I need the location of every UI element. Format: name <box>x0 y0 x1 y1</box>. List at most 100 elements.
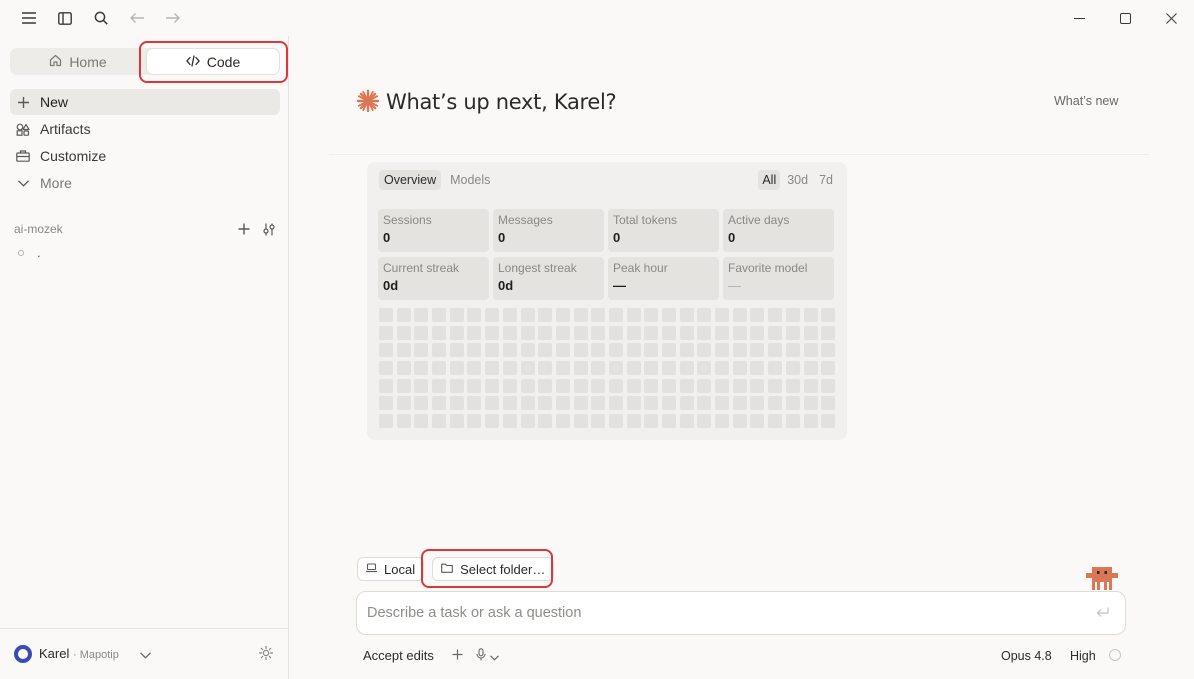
heatmap-cell <box>785 343 800 358</box>
heatmap-cell <box>821 361 836 376</box>
heatmap-cell <box>432 396 447 411</box>
stat-card-messages: Messages 0 <box>493 209 604 252</box>
range-30d[interactable]: 30d <box>783 170 812 190</box>
sidebar-item-artifacts[interactable]: Artifacts <box>10 116 280 142</box>
title-bar <box>0 0 1194 36</box>
stat-label: Active days <box>728 213 790 227</box>
whats-new-link[interactable]: What’s new <box>1054 94 1118 108</box>
sidebar-item-label: Artifacts <box>40 121 91 137</box>
main-area: What’s up next, Karel? What’s new Overvi… <box>289 36 1194 679</box>
heatmap-cell <box>697 414 712 429</box>
sidebar-item-more[interactable]: More <box>10 170 280 196</box>
heatmap-cell <box>768 396 783 411</box>
heatmap-cell <box>591 325 606 340</box>
heatmap-cell <box>608 361 623 376</box>
heatmap-cell <box>432 308 447 322</box>
heatmap-cell <box>750 361 765 376</box>
heatmap-cell <box>449 396 464 411</box>
close-icon[interactable] <box>1148 0 1194 36</box>
heatmap-cell <box>538 343 553 358</box>
home-mode-button[interactable]: Home <box>10 48 146 75</box>
accept-edits-toggle[interactable]: Accept edits <box>363 648 434 663</box>
local-button[interactable]: Local <box>357 557 425 581</box>
heatmap-cell <box>379 378 393 393</box>
context-usage-icon <box>1109 649 1121 661</box>
activity-heatmap <box>379 308 836 429</box>
add-session-icon[interactable] <box>238 223 250 236</box>
heatmap-cell <box>432 414 447 429</box>
heatmap-cell <box>538 378 553 393</box>
heatmap-cell <box>538 361 553 376</box>
sidebar-toggle-icon[interactable] <box>50 6 80 30</box>
sidebar-item-customize[interactable]: Customize <box>10 143 280 169</box>
heatmap-cell <box>785 308 800 322</box>
heatmap-cell <box>538 414 553 429</box>
enter-send-icon[interactable] <box>1096 606 1109 621</box>
maximize-icon[interactable] <box>1102 0 1148 36</box>
prompt-input[interactable] <box>367 603 1067 623</box>
heatmap-cell <box>750 325 765 340</box>
menu-icon[interactable] <box>14 6 44 30</box>
heatmap-cell <box>502 325 517 340</box>
briefcase-icon <box>16 150 30 162</box>
sparkle-settings-icon[interactable] <box>258 645 274 664</box>
session-item[interactable]: . <box>18 245 41 260</box>
heatmap-cell <box>379 414 393 429</box>
prompt-composer <box>356 591 1126 635</box>
code-mode-label: Code <box>206 53 241 70</box>
range-all[interactable]: All <box>758 170 781 190</box>
back-arrow-icon[interactable] <box>122 6 152 30</box>
select-folder-label: Select folder… <box>460 561 546 577</box>
add-attachment-icon[interactable] <box>452 648 463 663</box>
context-chips: Local Select folder… <box>357 557 555 581</box>
heatmap-cell <box>803 308 818 322</box>
local-label: Local <box>384 561 416 577</box>
heatmap-cell <box>573 396 588 411</box>
project-name[interactable]: ai-mozek <box>14 222 63 236</box>
heatmap-cell <box>662 414 676 429</box>
heatmap-cell <box>449 361 464 376</box>
minimize-icon[interactable] <box>1056 0 1102 36</box>
heatmap-cell <box>768 325 783 340</box>
project-header: ai-mozek <box>14 219 276 239</box>
tab-overview[interactable]: Overview <box>379 170 442 190</box>
heatmap-cell <box>626 361 641 376</box>
heatmap-cell <box>379 308 393 322</box>
heatmap-cell <box>414 325 429 340</box>
chevron-down-icon[interactable] <box>140 647 151 662</box>
heatmap-cell <box>555 361 570 376</box>
microphone-button[interactable] <box>476 648 499 664</box>
filter-sliders-icon[interactable] <box>262 223 276 236</box>
heatmap-cell <box>644 396 659 411</box>
folder-icon <box>441 563 453 576</box>
heatmap-cell <box>785 325 800 340</box>
heatmap-cell <box>502 414 517 429</box>
stat-card-sessions: Sessions 0 <box>378 209 489 252</box>
heatmap-cell <box>485 414 500 429</box>
heatmap-cell <box>520 325 535 340</box>
account-org: · Mapotip <box>72 649 119 661</box>
model-selector[interactable]: Opus 4.8 <box>1001 649 1052 663</box>
heatmap-cell <box>715 325 730 340</box>
heatmap-cell <box>485 325 500 340</box>
heatmap-cell <box>697 361 712 376</box>
home-icon <box>49 54 62 70</box>
forward-arrow-icon[interactable] <box>158 6 188 30</box>
heatmap-cell <box>449 343 464 358</box>
sidebar-item-new[interactable]: New <box>10 89 280 115</box>
tab-models[interactable]: Models <box>445 170 495 190</box>
heatmap-cell <box>732 361 747 376</box>
account-bar[interactable]: Karel · Mapotip <box>0 628 288 679</box>
heatmap-cell <box>520 414 535 429</box>
effort-selector[interactable]: High <box>1070 649 1096 663</box>
heatmap-cell <box>679 343 694 358</box>
sidebar: Home Code New Artifacts Customize More a… <box>0 36 289 679</box>
heatmap-cell <box>785 414 800 429</box>
select-folder-button[interactable]: Select folder… <box>432 557 555 581</box>
search-icon[interactable] <box>86 6 116 30</box>
heatmap-cell <box>803 343 818 358</box>
stat-card-peak-hour: Peak hour — <box>608 257 719 300</box>
range-7d[interactable]: 7d <box>815 170 837 190</box>
account-name: Karel <box>39 646 70 661</box>
code-mode-button[interactable]: Code <box>147 49 279 74</box>
